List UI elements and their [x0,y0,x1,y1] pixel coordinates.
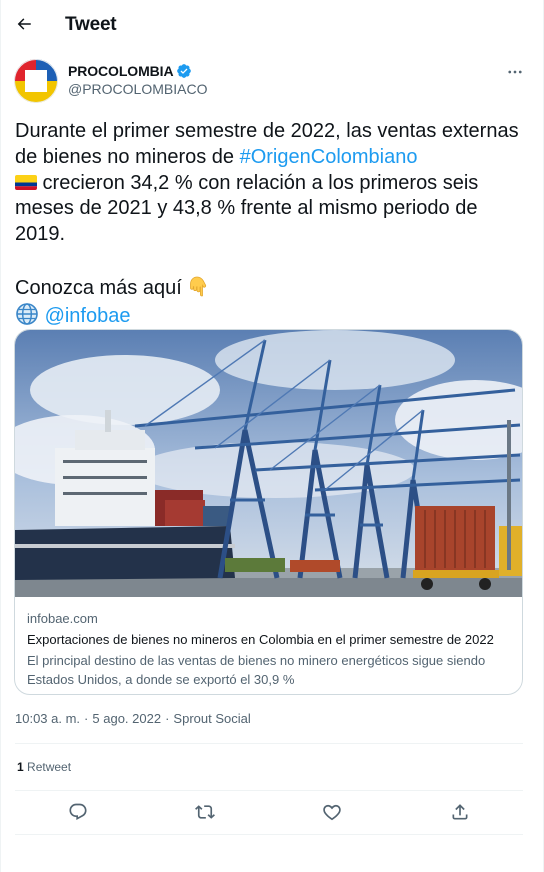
reply-icon [69,803,87,821]
arrow-left-icon [17,18,31,30]
tweet-timestamp: 10:03 a. m. · 5 ago. 2022 · Sprout Socia… [15,711,251,726]
pointing-down-hand-icon [190,276,207,297]
tweet-actions [15,795,523,829]
retweet-label: Retweet [27,760,72,774]
tweet-cta: Conozca más aquí [15,276,188,299]
timestamp-separator: · [84,711,89,726]
link-card-domain: infobae.com [27,611,98,626]
more-options-button[interactable] [501,59,529,85]
link-card[interactable]: infobae.com Exportaciones de bienes no m… [14,329,523,695]
mention-link[interactable]: @infobae [45,305,131,327]
retweet-count: 1 [17,760,24,774]
share-icon [452,804,468,820]
share-button[interactable] [443,795,477,829]
timestamp-separator: · [165,711,170,726]
page-title: Tweet [65,14,117,35]
colombia-flag-icon [15,174,37,190]
header: Tweet [1,0,544,50]
link-card-description: El principal destino de las ventas de bi… [27,653,486,687]
avatar[interactable] [14,59,58,103]
author-handle[interactable]: @PROCOLOMBIACO [68,81,207,97]
tweet-source[interactable]: Sprout Social [173,711,250,726]
retweet-button[interactable] [188,795,222,829]
back-button[interactable] [7,7,41,41]
link-card-title: Exportaciones de bienes no mineros en Co… [27,632,494,647]
procolombia-logo [14,59,58,103]
divider [15,834,523,835]
verified-badge-icon [177,64,192,78]
globe-icon [16,302,38,325]
port-cranes-cargo-ship-photo [15,330,522,597]
link-card-meta: infobae.com Exportaciones de bienes no m… [27,611,512,689]
tweet-page: Tweet PROCOLOMBIA @PROCOLOMBIACO Durante… [0,0,544,872]
tweet-text-part2: crecieron 34,2 % con relación a los prim… [15,171,479,246]
reply-button[interactable] [61,795,95,829]
retweet-icon [195,805,215,819]
heart-icon [323,804,341,821]
author-name-text: PROCOLOMBIA [68,63,174,79]
hashtag-link[interactable]: #OrigenColombiano [240,146,418,168]
tweet-text: Durante el primer semestre de 2022, las … [15,119,527,329]
tweet-time[interactable]: 10:03 a. m. [15,711,80,726]
more-horizontal-icon [508,70,522,74]
author-name[interactable]: PROCOLOMBIA [68,63,192,79]
divider [15,790,523,791]
divider [15,743,523,744]
like-button[interactable] [315,795,349,829]
tweet-date[interactable]: 5 ago. 2022 [92,711,161,726]
retweet-stats[interactable]: 1 Retweet [17,760,71,774]
